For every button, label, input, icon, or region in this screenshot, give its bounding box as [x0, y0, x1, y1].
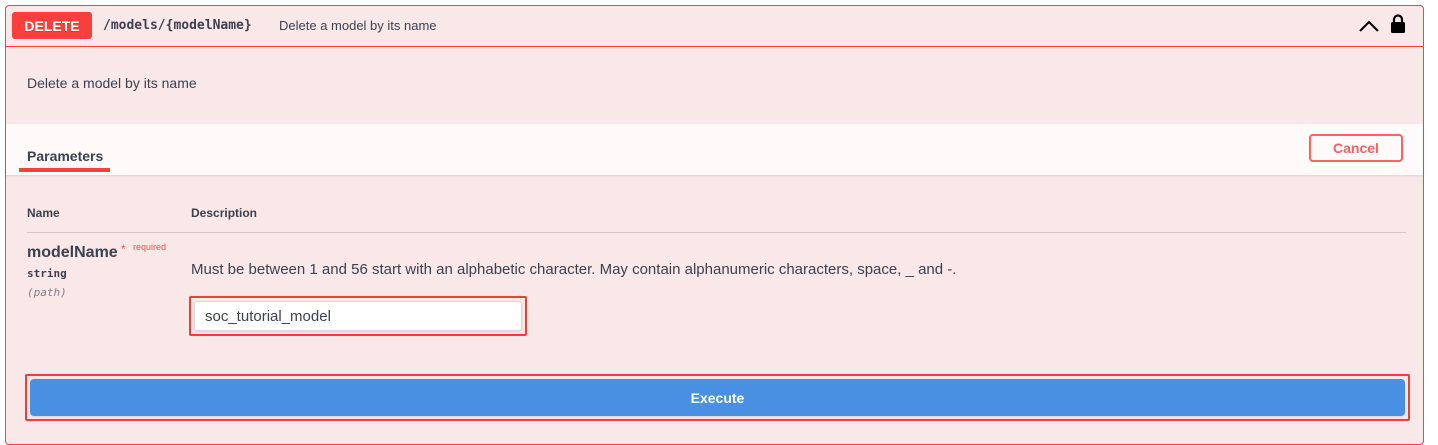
execute-highlight-box: Execute: [25, 374, 1410, 421]
input-highlight-box: [189, 296, 527, 336]
parameters-section-header: Parameters Cancel: [6, 124, 1423, 175]
lock-icon[interactable]: [1390, 14, 1406, 34]
table-divider: [27, 232, 1406, 233]
chevron-up-icon[interactable]: [1358, 18, 1380, 34]
model-name-input[interactable]: [194, 301, 522, 331]
parameter-location: (path): [27, 286, 67, 299]
execute-button[interactable]: Execute: [30, 379, 1405, 416]
column-header-name: Name: [27, 206, 60, 220]
opblock-summary[interactable]: DELETE /models/{modelName} Delete a mode…: [6, 6, 1423, 47]
opblock-delete: DELETE /models/{modelName} Delete a mode…: [5, 5, 1424, 445]
required-star: *: [121, 242, 126, 256]
operation-description: Delete a model by its name: [27, 75, 197, 91]
summary-description: Delete a model by its name: [279, 18, 437, 33]
tab-active-indicator: [19, 168, 110, 172]
parameter-description: Must be between 1 and 56 start with an a…: [191, 261, 957, 278]
method-badge: DELETE: [12, 12, 92, 39]
parameter-type: string: [27, 267, 67, 280]
cancel-button[interactable]: Cancel: [1309, 134, 1403, 162]
endpoint-path: /models/{modelName}: [103, 18, 252, 33]
required-label: required: [133, 242, 167, 252]
tab-parameters[interactable]: Parameters: [27, 148, 103, 164]
parameter-name: modelName: [27, 244, 118, 261]
column-header-description: Description: [191, 206, 258, 220]
